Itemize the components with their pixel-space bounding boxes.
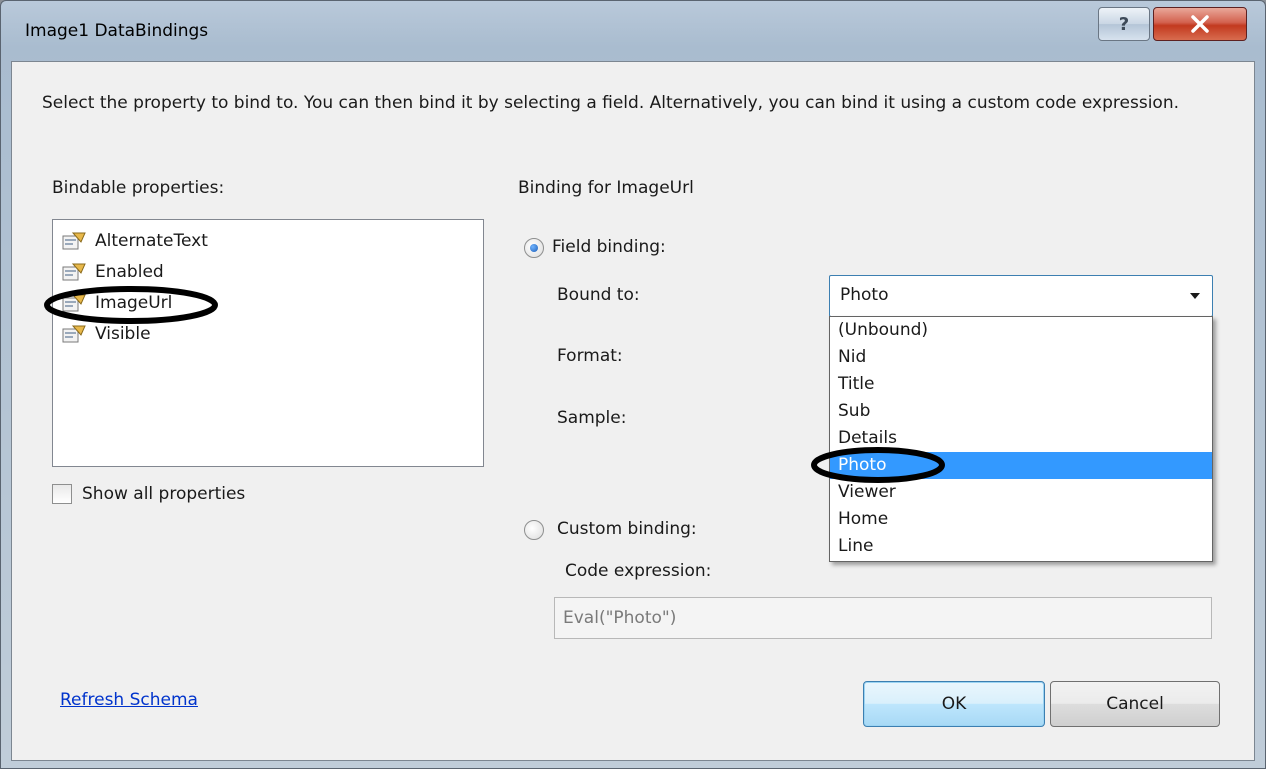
- list-item-selected[interactable]: ImageUrl: [61, 288, 172, 318]
- list-item-label: Enabled: [95, 262, 164, 282]
- list-item-label: ImageUrl: [95, 293, 173, 313]
- field-binding-radio[interactable]: [524, 238, 544, 258]
- close-button[interactable]: [1153, 7, 1247, 41]
- show-all-properties-label: Show all properties: [82, 484, 246, 504]
- list-item[interactable]: Visible: [61, 319, 151, 349]
- sample-label: Sample:: [557, 408, 627, 428]
- ok-button[interactable]: OK: [863, 681, 1045, 727]
- list-item[interactable]: AlternateText: [61, 226, 208, 256]
- dropdown-option-selected[interactable]: Photo: [830, 452, 1212, 479]
- field-binding-label: Field binding:: [552, 237, 666, 257]
- window-title: Image1 DataBindings: [25, 21, 209, 41]
- list-item-label: AlternateText: [95, 231, 208, 251]
- refresh-schema-link[interactable]: Refresh Schema: [60, 690, 198, 710]
- close-icon: [1191, 15, 1209, 33]
- dropdown-option[interactable]: Home: [830, 506, 1212, 533]
- custom-binding-label: Custom binding:: [557, 519, 697, 539]
- chevron-down-icon[interactable]: [1190, 293, 1200, 299]
- code-expression-input[interactable]: Eval("Photo"): [554, 597, 1212, 639]
- property-icon: [62, 325, 86, 343]
- show-all-properties-checkbox[interactable]: [52, 484, 72, 504]
- cancel-button[interactable]: Cancel: [1050, 681, 1220, 727]
- dropdown-option[interactable]: Sub: [830, 398, 1212, 425]
- bound-to-dropdown-list[interactable]: (Unbound) Nid Title Sub Details Photo Vi…: [829, 316, 1213, 562]
- binding-header: Binding for ImageUrl: [518, 178, 694, 198]
- dropdown-option[interactable]: Details: [830, 425, 1212, 452]
- dropdown-option[interactable]: Nid: [830, 344, 1212, 371]
- dropdown-option[interactable]: Viewer: [830, 479, 1212, 506]
- list-item[interactable]: Enabled: [61, 257, 164, 287]
- property-icon: [62, 232, 86, 250]
- dropdown-option[interactable]: (Unbound): [830, 317, 1212, 344]
- bindable-properties-list[interactable]: AlternateText Enabled ImageUrl Visible: [52, 219, 484, 467]
- title-bar[interactable]: Image1 DataBindings ?: [1, 1, 1265, 61]
- intro-text: Select the property to bind to. You can …: [42, 93, 1179, 113]
- format-label: Format:: [557, 346, 623, 366]
- bound-to-select[interactable]: Photo: [829, 275, 1213, 317]
- list-item-label: Visible: [95, 324, 151, 344]
- property-icon: [62, 294, 86, 312]
- bound-to-value: Photo: [840, 285, 889, 305]
- property-icon: [62, 263, 86, 281]
- bindable-properties-label: Bindable properties:: [52, 178, 225, 198]
- help-icon: ?: [1118, 13, 1130, 35]
- dropdown-option[interactable]: Title: [830, 371, 1212, 398]
- bound-to-label: Bound to:: [557, 285, 640, 305]
- custom-binding-radio[interactable]: [524, 520, 544, 540]
- help-button[interactable]: ?: [1098, 7, 1150, 41]
- dropdown-option[interactable]: Line: [830, 533, 1212, 560]
- code-expression-label: Code expression:: [565, 561, 712, 581]
